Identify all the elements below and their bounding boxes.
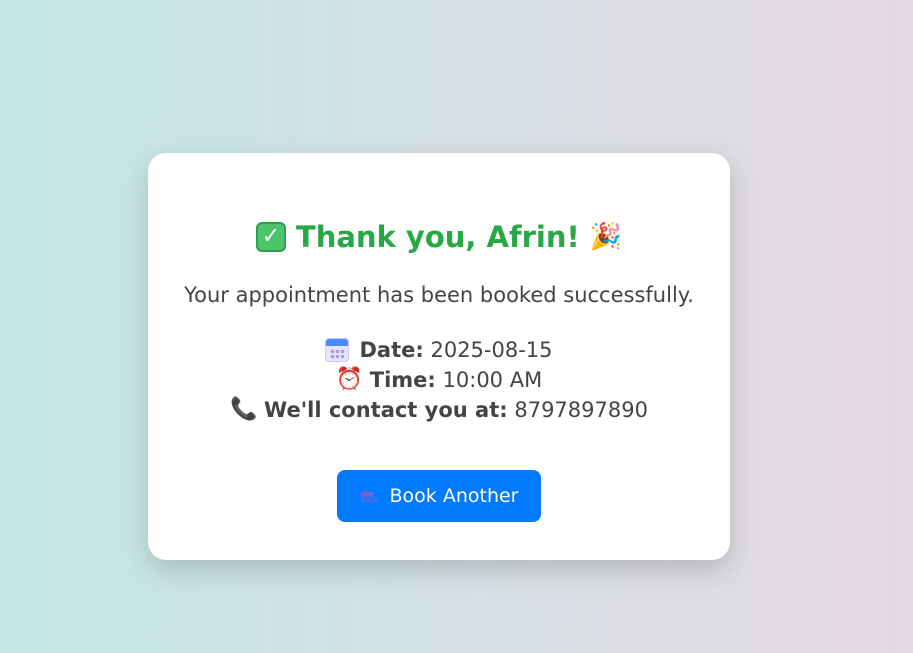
party-popper-icon: 🎉 [589, 222, 623, 252]
date-value: 2025-08-15 [430, 338, 553, 362]
calendar-icon [325, 338, 350, 362]
back-arrow-icon [360, 484, 382, 505]
confirmation-message: Your appointment has been booked success… [184, 283, 694, 307]
telephone-icon: 📞 [230, 397, 258, 422]
appointment-details: Date: 2025-08-15 ⏰ Time: 10:00 AM 📞 We'l… [148, 335, 730, 425]
book-another-button[interactable]: Book Another [337, 470, 541, 522]
date-row: Date: 2025-08-15 [148, 335, 730, 365]
confirmation-title: ✓ Thank you, Afrin! 🎉 [148, 220, 730, 254]
time-value: 10:00 AM [442, 368, 543, 392]
title-text: Thank you, Afrin! [295, 220, 580, 254]
check-mark-icon: ✓ [255, 222, 286, 252]
time-label: Time: [369, 368, 436, 392]
contact-value: 8797897890 [514, 398, 648, 422]
confirmation-card: ✓ Thank you, Afrin! 🎉 Your appointment h… [148, 153, 730, 560]
contact-label: We'll contact you at: [264, 398, 508, 422]
time-row: ⏰ Time: 10:00 AM [148, 365, 730, 395]
contact-row: 📞 We'll contact you at: 8797897890 [148, 395, 730, 425]
alarm-clock-icon: ⏰ [335, 367, 364, 392]
date-label: Date: [359, 338, 424, 362]
book-another-label: Book Another [389, 485, 519, 507]
